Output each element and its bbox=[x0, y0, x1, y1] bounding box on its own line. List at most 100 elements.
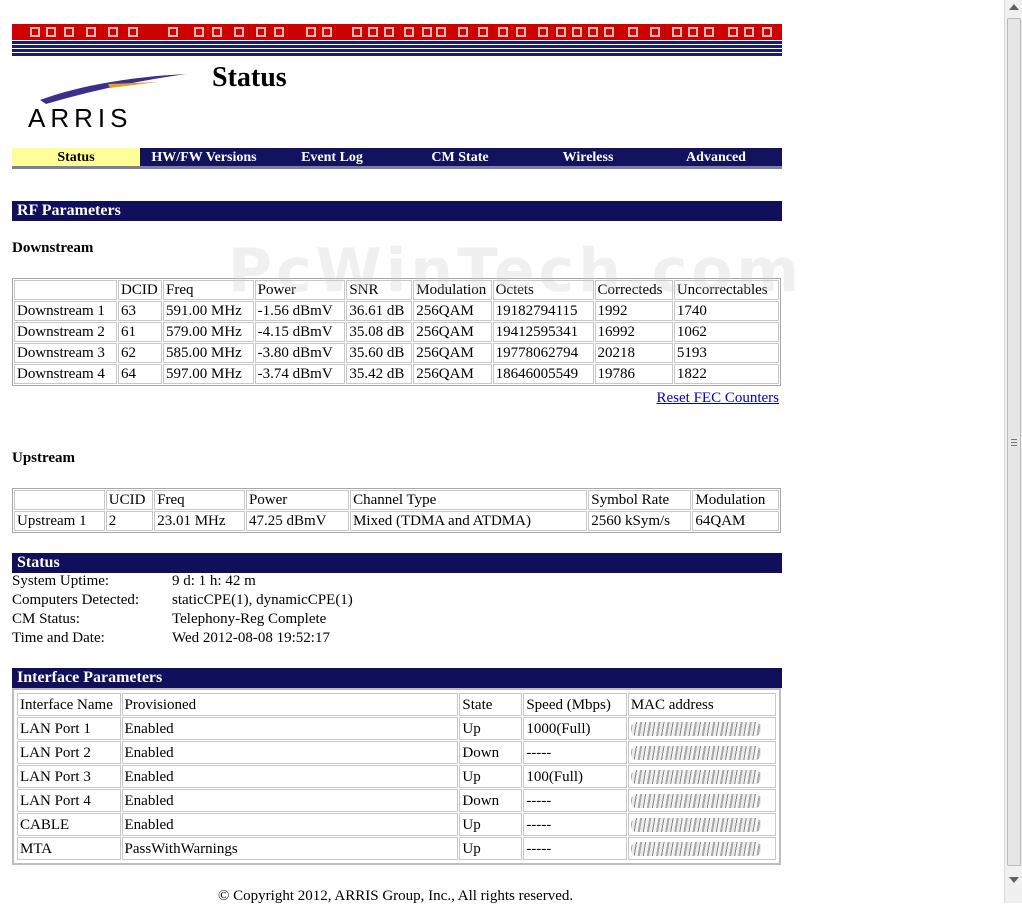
downstream-row: Downstream 1 63 591.00 MHz -1.56 dBmV 36.61 … bbox=[14, 301, 779, 321]
tab-event-log[interactable]: Event Log bbox=[268, 148, 396, 166]
table-cell: 35.60 dB bbox=[346, 343, 413, 363]
table-cell: LAN Port 3 bbox=[17, 765, 121, 788]
banner-square-icon bbox=[46, 27, 56, 37]
banner-square-icon bbox=[384, 27, 394, 37]
table-cell: 61 bbox=[118, 322, 162, 342]
table-cell: 16992 bbox=[594, 322, 673, 342]
table-cell: CABLE bbox=[17, 813, 121, 836]
banner-square-icon bbox=[168, 27, 178, 37]
status-label: System Uptime: bbox=[12, 573, 110, 589]
tab-wireless[interactable]: Wireless bbox=[524, 148, 652, 166]
banner-square-icon bbox=[234, 27, 244, 37]
downstream-table: DCID Freq Power SNR Modulation Octets Correcte… bbox=[12, 278, 781, 386]
table-cell: LAN Port 4 bbox=[17, 789, 121, 812]
banner-square-icon bbox=[744, 27, 754, 37]
column-header: Channel Type bbox=[350, 490, 588, 510]
tab-status[interactable]: Status bbox=[12, 148, 140, 166]
mac-address-cell bbox=[627, 837, 776, 860]
banner-square-icon bbox=[274, 27, 284, 37]
banner-square-icon bbox=[30, 27, 40, 37]
upstream-row: Upstream 1 2 23.01 MHz 47.25 dBmV Mixed (TDM… bbox=[14, 511, 779, 531]
status-label: CM Status: bbox=[12, 611, 80, 627]
tab-cm-state[interactable]: CM State bbox=[396, 148, 524, 166]
table-cell: 585.00 MHz bbox=[163, 343, 254, 363]
table-cell: 64QAM bbox=[692, 511, 779, 531]
column-header: Modulation bbox=[413, 280, 492, 300]
table-cell: 5193 bbox=[673, 343, 779, 363]
tab-hw-fw-versions[interactable]: HW/FW Versions bbox=[140, 148, 268, 166]
downstream-heading: Downstream bbox=[12, 240, 94, 256]
column-header: Power bbox=[254, 280, 346, 300]
table-cell: 63 bbox=[118, 301, 162, 321]
column-header: Interface Name bbox=[17, 693, 121, 716]
status-label: Time and Date: bbox=[12, 630, 105, 646]
copyright-footer: © Copyright 2012, ARRIS Group, Inc., All… bbox=[218, 888, 574, 904]
table-cell: 23.01 MHz bbox=[154, 511, 245, 531]
scrollbar-thumb[interactable] bbox=[1007, 18, 1021, 866]
column-header: Modulation bbox=[692, 490, 779, 510]
banner-square-icon bbox=[128, 27, 138, 37]
table-cell: 19778062794 bbox=[492, 343, 594, 363]
banner-square-icon bbox=[352, 27, 362, 37]
banner-square-icon bbox=[688, 27, 698, 37]
column-header: SNR bbox=[346, 280, 413, 300]
grip-icon bbox=[1011, 439, 1017, 446]
banner-square-icon bbox=[108, 27, 118, 37]
banner-square-icon bbox=[572, 27, 582, 37]
table-cell: Downstream 2 bbox=[14, 322, 118, 342]
column-header: Freq bbox=[163, 280, 254, 300]
banner-square-icon bbox=[538, 27, 548, 37]
reset-fec-counters-link[interactable]: Reset FEC Counters bbox=[657, 390, 780, 407]
redacted-mac-icon bbox=[630, 842, 761, 857]
banner-square-icon bbox=[762, 27, 772, 37]
table-cell: Up bbox=[459, 717, 523, 740]
table-cell: ----- bbox=[523, 813, 627, 836]
tab-advanced[interactable]: Advanced bbox=[652, 148, 780, 166]
banner-square-icon bbox=[704, 27, 714, 37]
banner-square-icon bbox=[498, 27, 508, 37]
banner-square-icon bbox=[728, 27, 738, 37]
table-cell: Enabled bbox=[121, 717, 459, 740]
scroll-up-icon[interactable] bbox=[1009, 4, 1019, 10]
rf-parameters-header: RF Parameters bbox=[12, 201, 782, 221]
table-cell: Downstream 1 bbox=[14, 301, 118, 321]
table-cell: 19182794115 bbox=[492, 301, 594, 321]
banner-square-icon bbox=[256, 27, 266, 37]
banner-square-icon bbox=[64, 27, 74, 37]
table-cell: 256QAM bbox=[413, 301, 492, 321]
table-cell: -3.74 dBmV bbox=[254, 364, 346, 384]
banner-square-icon bbox=[556, 27, 566, 37]
scroll-down-icon[interactable] bbox=[1009, 877, 1019, 883]
banner-square-icon bbox=[194, 27, 204, 37]
banner-square-icon bbox=[368, 27, 378, 37]
table-cell: 1822 bbox=[673, 364, 779, 384]
table-cell: 256QAM bbox=[413, 364, 492, 384]
banner-square-icon bbox=[478, 27, 488, 37]
downstream-row: Downstream 3 62 585.00 MHz -3.80 dBmV 35.60 … bbox=[14, 343, 779, 363]
banner-square-icon bbox=[516, 27, 526, 37]
interface-table: Interface Name Provisioned State Speed (Mbp… bbox=[12, 688, 781, 865]
table-cell: 1062 bbox=[673, 322, 779, 342]
table-cell: 35.42 dB bbox=[346, 364, 413, 384]
column-header: Uncorrectables bbox=[673, 280, 779, 300]
table-cell: Up bbox=[459, 765, 523, 788]
table-cell: Enabled bbox=[121, 765, 459, 788]
status-value: staticCPE(1), dynamicCPE(1) bbox=[172, 592, 353, 608]
column-header: State bbox=[459, 693, 523, 716]
column-header bbox=[14, 280, 118, 300]
table-cell: Up bbox=[459, 837, 523, 860]
table-cell: 579.00 MHz bbox=[163, 322, 254, 342]
table-cell: 1000(Full) bbox=[523, 717, 627, 740]
table-cell: 597.00 MHz bbox=[163, 364, 254, 384]
column-header bbox=[14, 490, 105, 510]
vertical-scrollbar[interactable] bbox=[1004, 0, 1022, 903]
redacted-mac-icon bbox=[630, 746, 761, 761]
redacted-mac-icon bbox=[630, 818, 761, 833]
table-cell: Mixed (TDMA and ATDMA) bbox=[350, 511, 588, 531]
table-cell: 256QAM bbox=[413, 322, 492, 342]
table-cell: 35.08 dB bbox=[346, 322, 413, 342]
table-cell: -4.15 dBmV bbox=[254, 322, 346, 342]
table-cell: LAN Port 1 bbox=[17, 717, 121, 740]
banner-square-icon bbox=[588, 27, 598, 37]
upstream-heading: Upstream bbox=[12, 450, 76, 466]
